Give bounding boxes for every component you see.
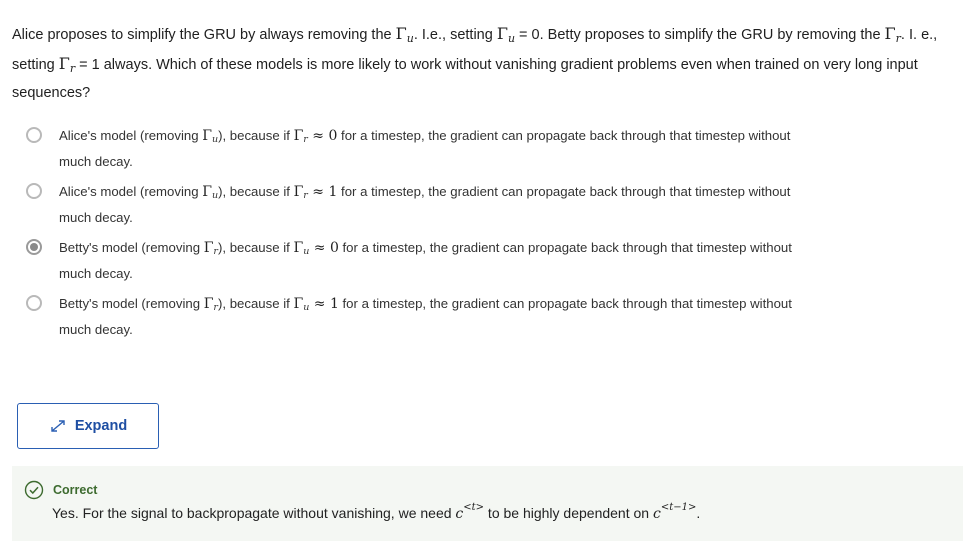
radio-button-selected[interactable]	[26, 239, 42, 255]
option-label: Alice's model (removing Γu), because if …	[59, 184, 791, 225]
radio-button[interactable]	[26, 295, 42, 311]
option-2[interactable]: Alice's model (removing Γu), because if …	[26, 181, 816, 237]
option-label: Alice's model (removing Γu), because if …	[59, 128, 791, 169]
option-1[interactable]: Alice's model (removing Γu), because if …	[26, 125, 816, 181]
answer-options: Alice's model (removing Γu), because if …	[26, 125, 816, 349]
correct-label: Correct	[53, 483, 98, 497]
option-label: Betty's model (removing Γr), because if …	[59, 296, 792, 337]
radio-button[interactable]	[26, 183, 42, 199]
expand-arrows-icon	[51, 420, 65, 432]
feedback-panel: Correct Yes. For the signal to backpropa…	[12, 466, 963, 541]
option-label: Betty's model (removing Γr), because if …	[59, 240, 792, 281]
expand-button[interactable]: Expand	[17, 403, 159, 449]
feedback-explanation: Yes. For the signal to backpropagate wit…	[52, 502, 701, 522]
expand-label: Expand	[74, 418, 128, 434]
radio-button[interactable]	[26, 127, 42, 143]
check-circle-icon	[24, 480, 44, 500]
question-text: Alice proposes to simplify the GRU by al…	[12, 24, 938, 101]
option-4[interactable]: Betty's model (removing Γr), because if …	[26, 293, 816, 349]
correct-status: Correct	[24, 480, 97, 500]
option-3[interactable]: Betty's model (removing Γr), because if …	[26, 237, 816, 293]
